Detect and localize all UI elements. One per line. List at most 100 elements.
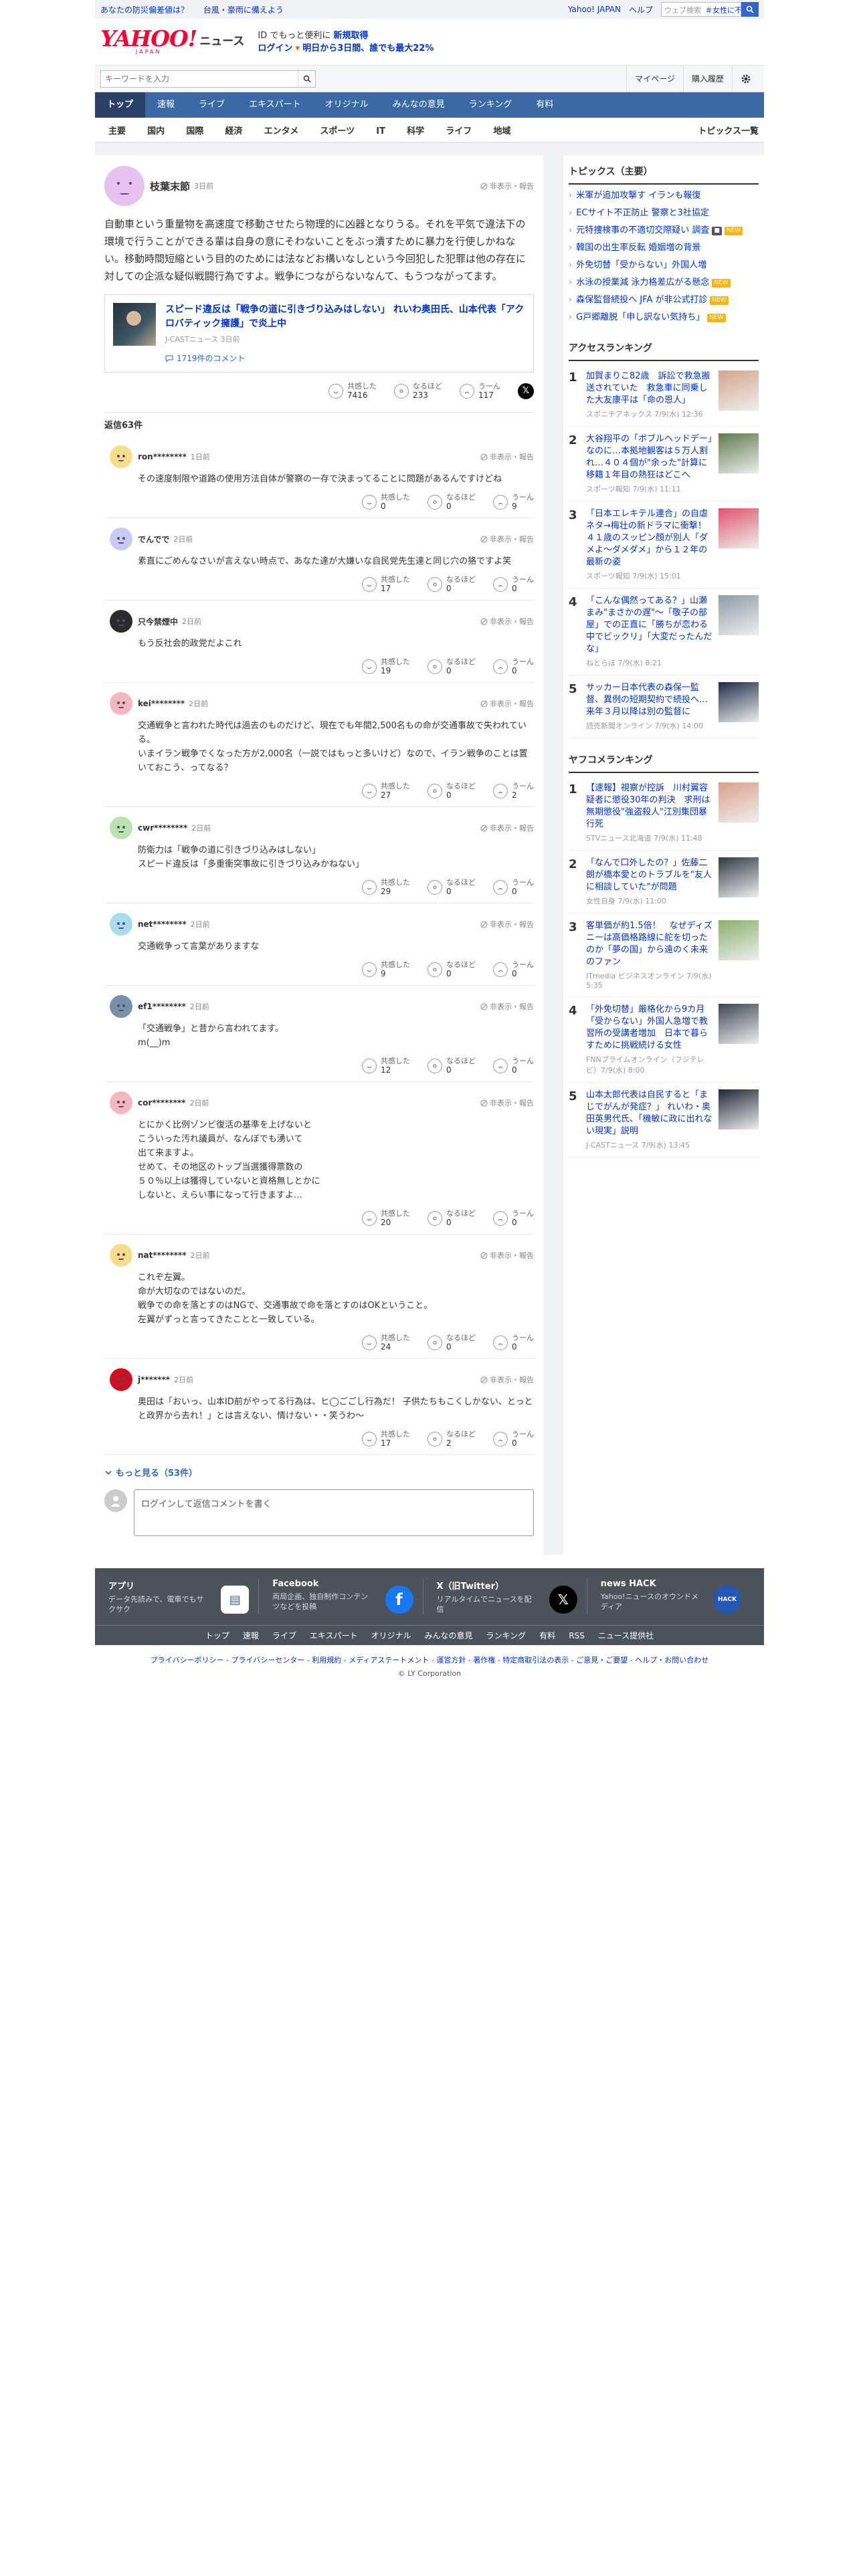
ranking-title[interactable]: サッカー日本代表の森保一監督、異例の短期契約で続投へ…来年３月以降は別の監督に (586, 682, 713, 718)
footer-nav-link[interactable]: ライブ (272, 1630, 296, 1641)
ranking-item[interactable]: 3 「日本エレキテル連合」の自虐ネタ→梅壮の新ドラマに衝撃！４１歳のスッピン顔が別… (569, 502, 759, 588)
reaction-agree-button[interactable]: 共感した 20 (362, 1209, 410, 1227)
tab-opinions[interactable]: みんなの意見 (381, 92, 457, 118)
category-it[interactable]: IT (367, 126, 395, 136)
web-search-input[interactable]: ウェブ検索 ＃女性に不適切... (661, 2, 741, 17)
keyword-search-input[interactable] (101, 70, 298, 87)
reaction-hmm-button[interactable]: うーん 9 (493, 493, 534, 511)
help-link[interactable]: ヘルプ (629, 4, 653, 15)
ranking-title[interactable]: 大谷翔平の「ボブルヘッドデー」なのに…本拠地観客は５万人割れ…４０４個が"余った… (586, 433, 713, 481)
reaction-agree-button[interactable]: 共感した 17 (362, 575, 410, 593)
avatar[interactable] (104, 166, 145, 206)
topic-item[interactable]: › 水泳の授業減 泳力格差広がる懸念 NEW (569, 274, 759, 292)
keyword-search-button[interactable] (298, 70, 315, 87)
reaction-agree-button[interactable]: 共感した 17 (362, 1430, 410, 1448)
promo-link-typhoon[interactable]: 台風・豪雨に備えよう (203, 5, 284, 15)
footer-nav-link[interactable]: ニュース提供社 (598, 1630, 654, 1641)
avatar[interactable] (110, 913, 132, 936)
settings-button[interactable] (732, 65, 759, 92)
category-life[interactable]: ライフ (436, 126, 481, 136)
reaction-hmm-button[interactable]: うーん 0 (493, 878, 534, 896)
hide-report-button[interactable]: 非表示・報告 (480, 823, 534, 833)
reaction-insight-button[interactable]: なるほど 0 (427, 1057, 476, 1075)
reaction-hmm-button[interactable]: うーん 0 (493, 1057, 534, 1075)
ranking-title[interactable]: 山本太郎代表は自民すると「まじでがんが発症？」 れいわ・奥田英男代氏、「機敏に政… (586, 1089, 713, 1138)
reply-author[interactable]: j******* (138, 1375, 170, 1384)
reaction-insight-button[interactable]: なるほど 0 (427, 575, 476, 593)
avatar[interactable] (110, 1368, 132, 1391)
ranking-title[interactable]: 「なんで口外したの？」佐藤二朗が橋本愛とのトラブルを"友人に相談していた"が問題 (586, 857, 713, 893)
reaction-insight-button[interactable]: なるほど 0 (427, 1209, 476, 1227)
tab-expert[interactable]: エキスパート (237, 92, 313, 118)
hide-report-button[interactable]: 非表示・報告 (480, 919, 534, 930)
reaction-hmm-button[interactable]: うーん 0 (493, 657, 534, 675)
footer-nav-link[interactable]: みんなの意見 (425, 1630, 473, 1641)
campaign-link[interactable]: 明日から3日間、誰でも最大22% (302, 43, 434, 53)
category-entertainment[interactable]: エンタメ (255, 126, 308, 136)
hide-report-button[interactable]: 非表示・報告 (480, 534, 534, 544)
topic-item[interactable]: › 元特捜検事の不適切交際疑い 調査 ■ NEW (569, 222, 759, 239)
reply-author[interactable]: net******** (138, 920, 187, 929)
reaction-agree-button[interactable]: 共感した 12 (362, 1057, 410, 1075)
reaction-hmm-button[interactable]: うーん 0 (493, 960, 534, 978)
ranking-title[interactable]: 客単価が約1.5倍！ なぜディズニーは高価格路線に舵を切ったのか「夢の国」から遠… (586, 920, 713, 968)
reaction-agree-button[interactable]: 共感した 19 (362, 657, 410, 675)
reaction-insight-button[interactable]: なるほど 0 (427, 782, 476, 800)
ranking-item[interactable]: 3 客単価が約1.5倍！ なぜディズニーは高価格路線に舵を切ったのか「夢の国」から… (569, 914, 759, 997)
reaction-insight-button[interactable]: なるほど 0 (427, 1333, 476, 1352)
reaction-hmm-button[interactable]: うーん 2 (493, 782, 534, 800)
topic-item[interactable]: › 森保監督続投へ JFA が非公式打診 NEW (569, 292, 759, 309)
avatar[interactable] (110, 1091, 132, 1114)
topic-item[interactable]: › G戸郷離脱「申し訳ない気持ち」 NEW (569, 309, 759, 326)
footer-nav-link[interactable]: 有料 (539, 1630, 555, 1641)
category-main[interactable]: 主要 (100, 126, 135, 136)
tab-paid[interactable]: 有料 (524, 92, 565, 118)
topic-item[interactable]: › 韓国の出生率反転 婚姻増の背景 (569, 239, 759, 257)
show-more-button[interactable]: もっと見る（53件） (104, 1466, 534, 1479)
avatar[interactable] (110, 445, 132, 468)
article-comment-count[interactable]: 1719件のコメント (165, 352, 525, 364)
reaction-hmm-button[interactable]: うーん 117 (460, 382, 500, 400)
reaction-insight-button[interactable]: なるほど 0 (427, 878, 476, 896)
hide-report-button[interactable]: 非表示・報告 (480, 1097, 534, 1108)
reaction-insight-button[interactable]: なるほど 233 (394, 382, 442, 400)
footer-nav-link[interactable]: エキスパート (310, 1630, 358, 1641)
app-promo-newshack[interactable]: news HACK Yahoo!ニュースのオウンドメディア HACK (601, 1579, 751, 1614)
reaction-hmm-button[interactable]: うーん 0 (493, 1209, 534, 1227)
mypage-link[interactable]: マイページ (626, 65, 683, 92)
reaction-agree-button[interactable]: 共感した 7416 (328, 382, 377, 400)
tab-breaking[interactable]: 速報 (145, 92, 187, 118)
category-local[interactable]: 地域 (484, 126, 520, 136)
app-promo-facebook[interactable]: Facebook 両局企画、独自制作コンテンツなどを投稿 f (272, 1579, 423, 1614)
trend-keyword[interactable]: ＃女性に不適切... (705, 5, 741, 15)
footer-nav-link[interactable]: RSS (569, 1631, 585, 1640)
reaction-agree-button[interactable]: 共感した 29 (362, 878, 410, 896)
reaction-insight-button[interactable]: なるほど 2 (427, 1430, 476, 1448)
reaction-agree-button[interactable]: 共感した 24 (362, 1333, 410, 1352)
ranking-title[interactable]: 加賀まりこ82歳 訴訟で救急搬送されていた 救急車に同乗した大友康平は「命の恩人… (586, 370, 713, 407)
ranking-item[interactable]: 2 大谷翔平の「ボブルヘッドデー」なのに…本拠地観客は５万人割れ…４０４個が"余っ… (569, 427, 759, 502)
reaction-insight-button[interactable]: なるほど 0 (427, 493, 476, 511)
ranking-item[interactable]: 5 山本太郎代表は自民すると「まじでがんが発症？」 れいわ・奥田英男代氏、「機敏に… (569, 1083, 759, 1158)
avatar[interactable] (110, 1244, 132, 1267)
signup-link[interactable]: 新規取得 (334, 31, 369, 41)
reaction-hmm-button[interactable]: うーん 0 (493, 1430, 534, 1448)
login-link[interactable]: ログイン (258, 43, 292, 53)
avatar[interactable] (110, 692, 132, 715)
reply-author[interactable]: でんでで (138, 534, 169, 545)
reaction-insight-button[interactable]: なるほど 0 (427, 657, 476, 675)
avatar[interactable] (110, 528, 132, 550)
reply-author[interactable]: ef1******** (138, 1002, 186, 1011)
reply-author[interactable]: 只今禁煙中 (138, 616, 178, 627)
reaction-agree-button[interactable]: 共感した 9 (362, 960, 410, 978)
reply-input[interactable]: ログインして返信コメントを書く (134, 1489, 534, 1536)
ranking-item[interactable]: 1 加賀まりこ82歳 訴訟で救急搬送されていた 救急車に同乗した大友康平は「命の恩… (569, 364, 759, 427)
hide-report-button[interactable]: 非表示・報告 (480, 1250, 534, 1261)
article-card[interactable]: スピード違反は「戦争の道に引きづり込みはしない」 れいわ奥田氏、山本代表「アクロ… (104, 294, 534, 372)
ranking-item[interactable]: 5 サッカー日本代表の森保一監督、異例の短期契約で続投へ…来年３月以降は別の監督に… (569, 675, 759, 738)
footer-nav-link[interactable]: 速報 (243, 1630, 259, 1641)
ranking-title[interactable]: 「外免切替」厳格化から9カ月「受からない」外国人急増で教習所の受講者増加 日本で… (586, 1004, 713, 1052)
reply-author[interactable]: cwr******** (138, 823, 187, 833)
ranking-title[interactable]: 【速報】視察が控訴 川村翼容疑者に懲役30年の判決 求刑は無期懲役"強盗殺人"江… (586, 782, 713, 831)
reaction-insight-button[interactable]: なるほど 0 (427, 960, 476, 978)
